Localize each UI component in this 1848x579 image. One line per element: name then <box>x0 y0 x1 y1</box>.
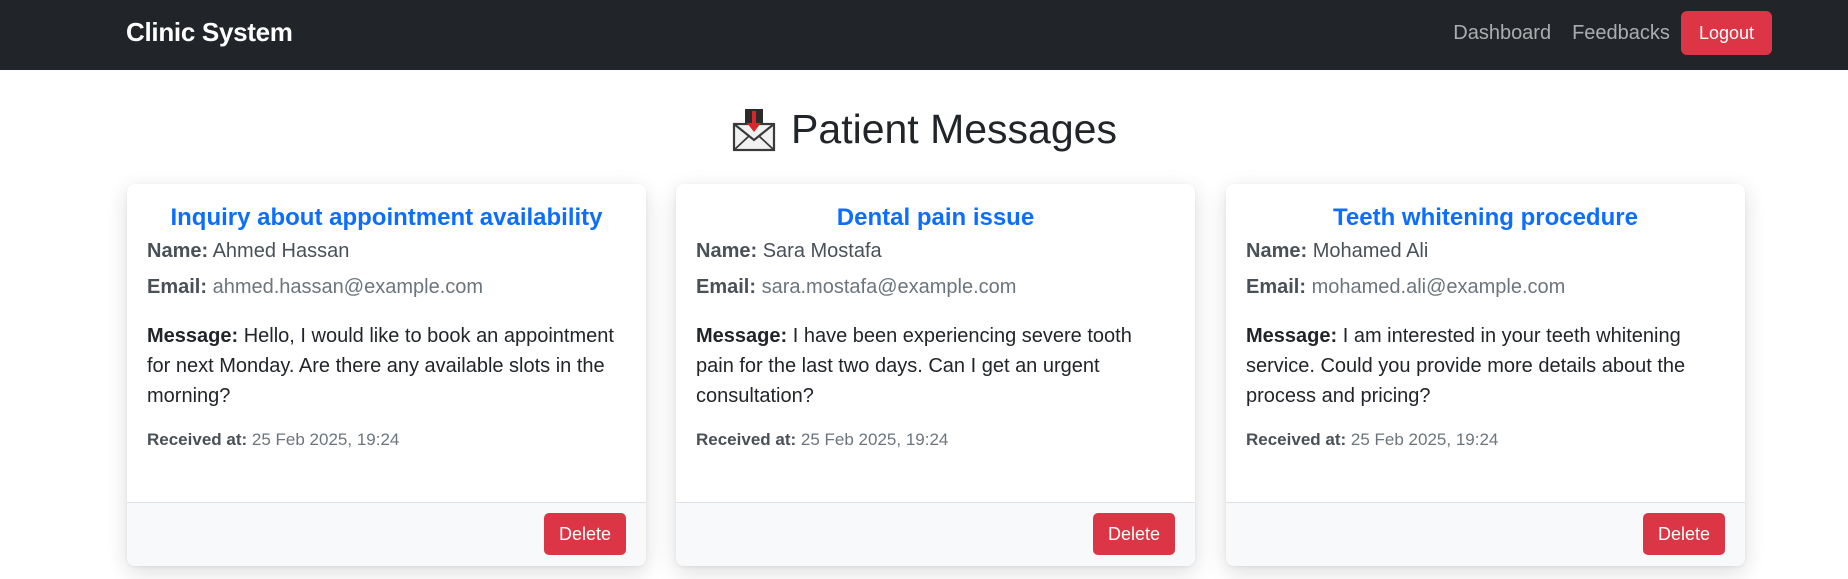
name-value: Ahmed Hassan <box>212 240 350 262</box>
received-at: Received at: 25 Feb 2025, 19:24 <box>696 430 1175 450</box>
sender-email: Email: mohamed.ali@example.com <box>1246 276 1725 299</box>
navbar: Clinic System Dashboard Feedbacks Logout <box>0 0 1848 70</box>
received-label: Received at: <box>696 430 797 449</box>
received-at: Received at: 25 Feb 2025, 19:24 <box>147 430 626 450</box>
received-at: Received at: 25 Feb 2025, 19:24 <box>1246 430 1725 450</box>
email-value: mohamed.ali@example.com <box>1311 276 1566 298</box>
message-card: Inquiry about appointment availability N… <box>127 184 646 566</box>
message-subject: Dental pain issue <box>836 204 1035 231</box>
message-card: Teeth whitening procedure Name: Mohamed … <box>1226 184 1745 566</box>
sender-name: Name: Ahmed Hassan <box>147 240 626 263</box>
name-label: Name: <box>147 240 209 262</box>
sender-name: Name: Sara Mostafa <box>696 240 1175 263</box>
received-value: 25 Feb 2025, 19:24 <box>251 430 400 449</box>
email-value: sara.mostafa@example.com <box>761 276 1017 298</box>
name-label: Name: <box>1246 240 1308 262</box>
email-label: Email: <box>147 276 208 298</box>
message-text: Message: Hello, I would like to book an … <box>147 321 626 411</box>
envelope-with-arrow-icon <box>732 108 776 151</box>
received-value: 25 Feb 2025, 19:24 <box>1350 430 1499 449</box>
message-subject: Teeth whitening procedure <box>1333 204 1638 231</box>
name-value: Sara Mostafa <box>762 240 882 262</box>
page-title-text: Patient Messages <box>791 106 1117 152</box>
email-value: ahmed.hassan@example.com <box>212 276 484 298</box>
delete-button[interactable]: Delete <box>1092 513 1175 555</box>
sender-email: Email: sara.mostafa@example.com <box>696 276 1175 299</box>
received-label: Received at: <box>147 430 248 449</box>
nav-links: Dashboard Feedbacks Logout <box>1453 7 1772 59</box>
message-label: Message: <box>147 325 239 347</box>
delete-button[interactable]: Delete <box>543 513 626 555</box>
message-label: Message: <box>696 325 788 347</box>
email-label: Email: <box>1246 276 1307 298</box>
card-footer: Delete <box>127 502 646 566</box>
email-label: Email: <box>696 276 757 298</box>
message-subject: Inquiry about appointment availability <box>170 204 603 231</box>
card-footer: Delete <box>1226 502 1745 566</box>
sender-name: Name: Mohamed Ali <box>1246 240 1725 263</box>
name-label: Name: <box>696 240 758 262</box>
logout-button[interactable]: Logout <box>1680 11 1772 55</box>
message-label: Message: <box>1246 325 1338 347</box>
received-value: 25 Feb 2025, 19:24 <box>800 430 949 449</box>
received-label: Received at: <box>1246 430 1347 449</box>
brand-logo[interactable]: Clinic System <box>126 17 293 48</box>
nav-link-dashboard[interactable]: Dashboard <box>1453 7 1551 59</box>
nav-link-feedbacks[interactable]: Feedbacks <box>1572 7 1670 59</box>
sender-email: Email: ahmed.hassan@example.com <box>147 276 626 299</box>
page-title: Patient Messages <box>0 106 1848 153</box>
delete-button[interactable]: Delete <box>1642 513 1725 555</box>
name-value: Mohamed Ali <box>1312 240 1429 262</box>
card-footer: Delete <box>676 502 1195 566</box>
message-text: Message: I have been experiencing severe… <box>696 321 1175 411</box>
message-card: Dental pain issue Name: Sara Mostafa Ema… <box>676 184 1195 566</box>
message-text: Message: I am interested in your teeth w… <box>1246 321 1725 411</box>
